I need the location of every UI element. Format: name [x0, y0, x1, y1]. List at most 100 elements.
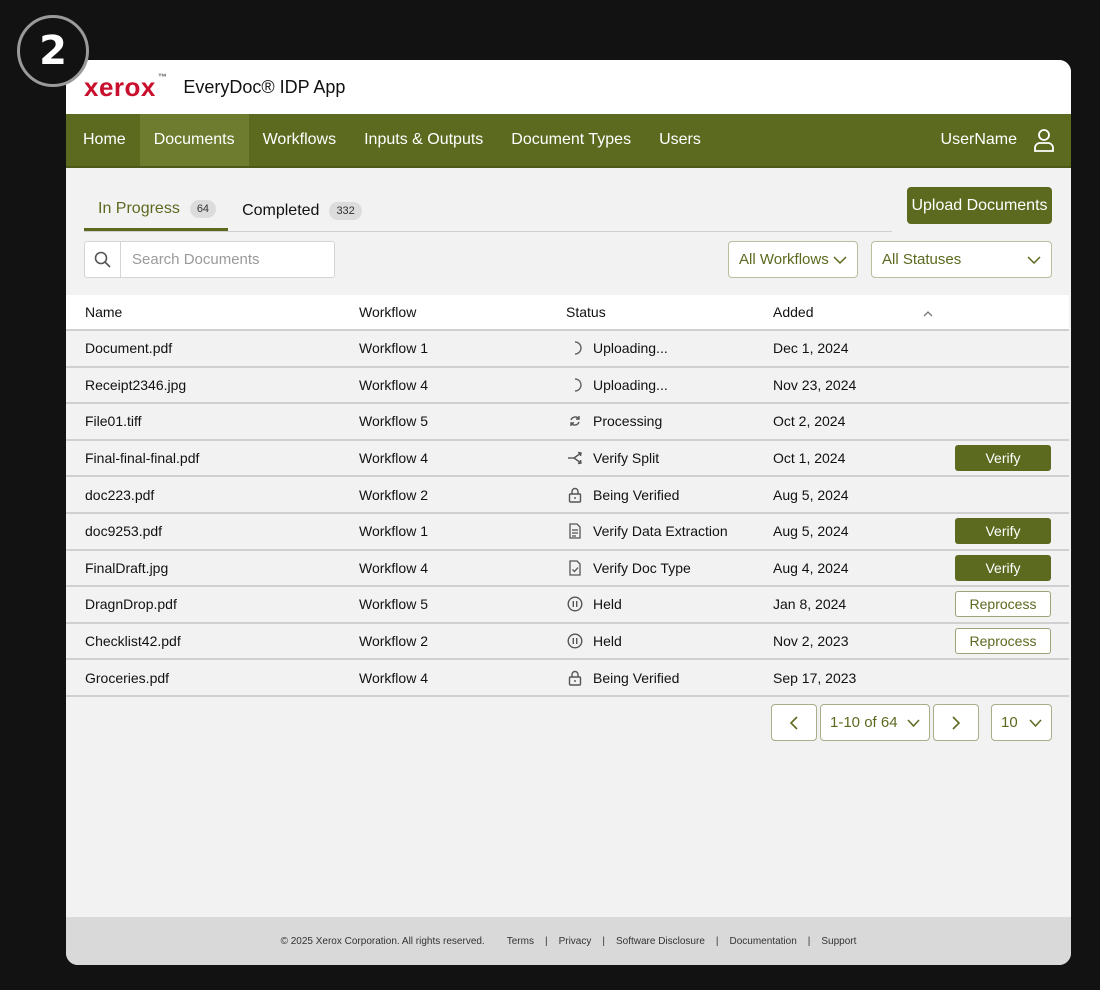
table-row[interactable]: DragnDrop.pdf Workflow 5 Held Jan 8, 202…: [66, 587, 1069, 624]
document-status: Being Verified: [566, 669, 773, 687]
previous-page-button[interactable]: [771, 704, 817, 741]
page-size-select[interactable]: 10: [991, 704, 1052, 741]
status-label: Uploading...: [593, 376, 668, 393]
document-workflow: Workflow 2: [359, 633, 428, 650]
tab-completed[interactable]: Completed 332: [228, 190, 374, 231]
upload-documents-button[interactable]: Upload Documents: [907, 187, 1052, 224]
main-nav: Home Documents Workflows Inputs & Output…: [66, 114, 1071, 168]
document-name: Checklist42.pdf: [85, 633, 181, 650]
table-row[interactable]: doc223.pdf Workflow 2 Being Verified Aug…: [66, 477, 1069, 514]
document-status: Verify Data Extraction: [566, 522, 773, 540]
document-added-date: Nov 23, 2024: [773, 376, 857, 393]
row-action: Reprocess: [923, 628, 1069, 655]
page-range-select[interactable]: 1-10 of 64: [820, 704, 930, 741]
xerox-logo: xerox ™: [84, 71, 168, 102]
nav-users[interactable]: Users: [645, 114, 715, 166]
footer-link-software-disclosure[interactable]: Software Disclosure: [616, 936, 705, 947]
table-row[interactable]: Groceries.pdf Workflow 4 Being Verified …: [66, 660, 1069, 697]
document-status: Uploading...: [566, 339, 773, 357]
document-name: Final-final-final.pdf: [85, 450, 200, 467]
search-input[interactable]: [121, 242, 334, 277]
workflow-filter-dropdown[interactable]: All Workflows: [728, 241, 858, 278]
document-name: Document.pdf: [85, 340, 173, 357]
document-name: File01.tiff: [85, 413, 142, 430]
table-row[interactable]: doc9253.pdf Workflow 1 Verify Data Extra…: [66, 514, 1069, 551]
row-action: Verify: [923, 518, 1069, 545]
status-label: Being Verified: [593, 486, 680, 503]
document-added-date: Dec 1, 2024: [773, 340, 849, 357]
document-status: Held: [566, 632, 773, 650]
document-status: Verify Split: [566, 449, 773, 467]
status-label: Held: [593, 633, 622, 650]
pause-icon: [566, 632, 584, 650]
document-workflow: Workflow 4: [359, 376, 428, 393]
search-icon: [85, 242, 121, 277]
tab-in-progress[interactable]: In Progress 64: [84, 190, 229, 231]
status-label: Verify Split: [593, 450, 660, 467]
chevron-down-icon: [907, 718, 920, 727]
nav-home[interactable]: Home: [69, 114, 140, 166]
chevron-down-icon: [833, 255, 847, 264]
document-added-date: Sep 17, 2023: [773, 669, 857, 686]
table-row[interactable]: Checklist42.pdf Workflow 2 Held Nov 2, 2…: [66, 624, 1069, 661]
chevron-down-icon: [1029, 718, 1042, 727]
document-name: FinalDraft.jpg: [85, 559, 169, 576]
document-name: Receipt2346.jpg: [85, 376, 187, 393]
nav-inputs-outputs[interactable]: Inputs & Outputs: [350, 114, 497, 166]
document-status: Being Verified: [566, 486, 773, 504]
verify-button[interactable]: Verify: [955, 445, 1051, 472]
status-label: Uploading...: [593, 340, 668, 357]
table-row[interactable]: Receipt2346.jpg Workflow 4 Uploading... …: [66, 368, 1069, 405]
status-label: Held: [593, 596, 622, 613]
spinner-icon: [566, 339, 584, 357]
column-header-status[interactable]: Status: [566, 304, 773, 320]
lock-icon: [566, 486, 584, 504]
document-workflow: Workflow 1: [359, 340, 428, 357]
status-label: Verify Doc Type: [593, 559, 691, 576]
column-header-workflow[interactable]: Workflow: [359, 304, 566, 320]
document-added-date: Aug 5, 2024: [773, 486, 849, 503]
table-row[interactable]: Document.pdf Workflow 1 Uploading... Dec…: [66, 331, 1069, 368]
table-row[interactable]: Final-final-final.pdf Workflow 4 Verify …: [66, 441, 1069, 478]
document-name: Groceries.pdf: [85, 669, 170, 686]
chevron-left-icon: [790, 715, 798, 730]
document-tabs: In Progress 64 Completed 332: [84, 190, 892, 232]
nav-document-types[interactable]: Document Types: [497, 114, 645, 166]
spinner-icon: [566, 376, 584, 394]
document-name: doc223.pdf: [85, 486, 155, 503]
reprocess-button[interactable]: Reprocess: [955, 628, 1051, 655]
split-icon: [566, 449, 584, 467]
document-added-date: Jan 8, 2024: [773, 596, 847, 613]
user-menu[interactable]: UserName: [927, 114, 1017, 166]
user-icon[interactable]: [1017, 114, 1071, 166]
footer-link-support[interactable]: Support: [821, 936, 856, 947]
footer-link-privacy[interactable]: Privacy: [559, 936, 592, 947]
document-workflow: Workflow 5: [359, 596, 428, 613]
document-status: Verify Doc Type: [566, 559, 773, 577]
nav-documents[interactable]: Documents: [139, 114, 249, 166]
footer: © 2025 Xerox Corporation. All rights res…: [66, 917, 1071, 965]
copyright-text: © 2025 Xerox Corporation. All rights res…: [280, 935, 485, 947]
documents-table: Name Workflow Status Added Document.pdf …: [66, 295, 1069, 697]
footer-link-documentation[interactable]: Documentation: [730, 936, 797, 947]
sort-ascending-icon[interactable]: [923, 304, 943, 320]
table-row[interactable]: File01.tiff Workflow 5 Processing Oct 2,…: [66, 404, 1069, 441]
document-added-date: Nov 2, 2023: [773, 633, 849, 650]
doc-check-icon: [566, 559, 584, 577]
column-header-added[interactable]: Added: [773, 304, 923, 320]
next-page-button[interactable]: [933, 704, 979, 741]
verify-button[interactable]: Verify: [955, 554, 1051, 581]
table-header: Name Workflow Status Added: [66, 295, 1069, 331]
footer-link-terms[interactable]: Terms: [507, 936, 534, 947]
step-number-badge: 2: [17, 15, 89, 87]
column-header-name[interactable]: Name: [66, 304, 359, 320]
app-window: xerox ™ EveryDoc® IDP App Home Documents …: [66, 60, 1071, 965]
document-added-date: Aug 5, 2024: [773, 523, 849, 540]
status-filter-dropdown[interactable]: All Statuses: [871, 241, 1052, 278]
verify-button[interactable]: Verify: [955, 518, 1051, 545]
reprocess-button[interactable]: Reprocess: [955, 591, 1051, 618]
nav-workflows[interactable]: Workflows: [249, 114, 351, 166]
table-body: Document.pdf Workflow 1 Uploading... Dec…: [66, 331, 1069, 697]
count-badge: 332: [329, 201, 362, 220]
table-row[interactable]: FinalDraft.jpg Workflow 4 Verify Doc Typ…: [66, 551, 1069, 588]
